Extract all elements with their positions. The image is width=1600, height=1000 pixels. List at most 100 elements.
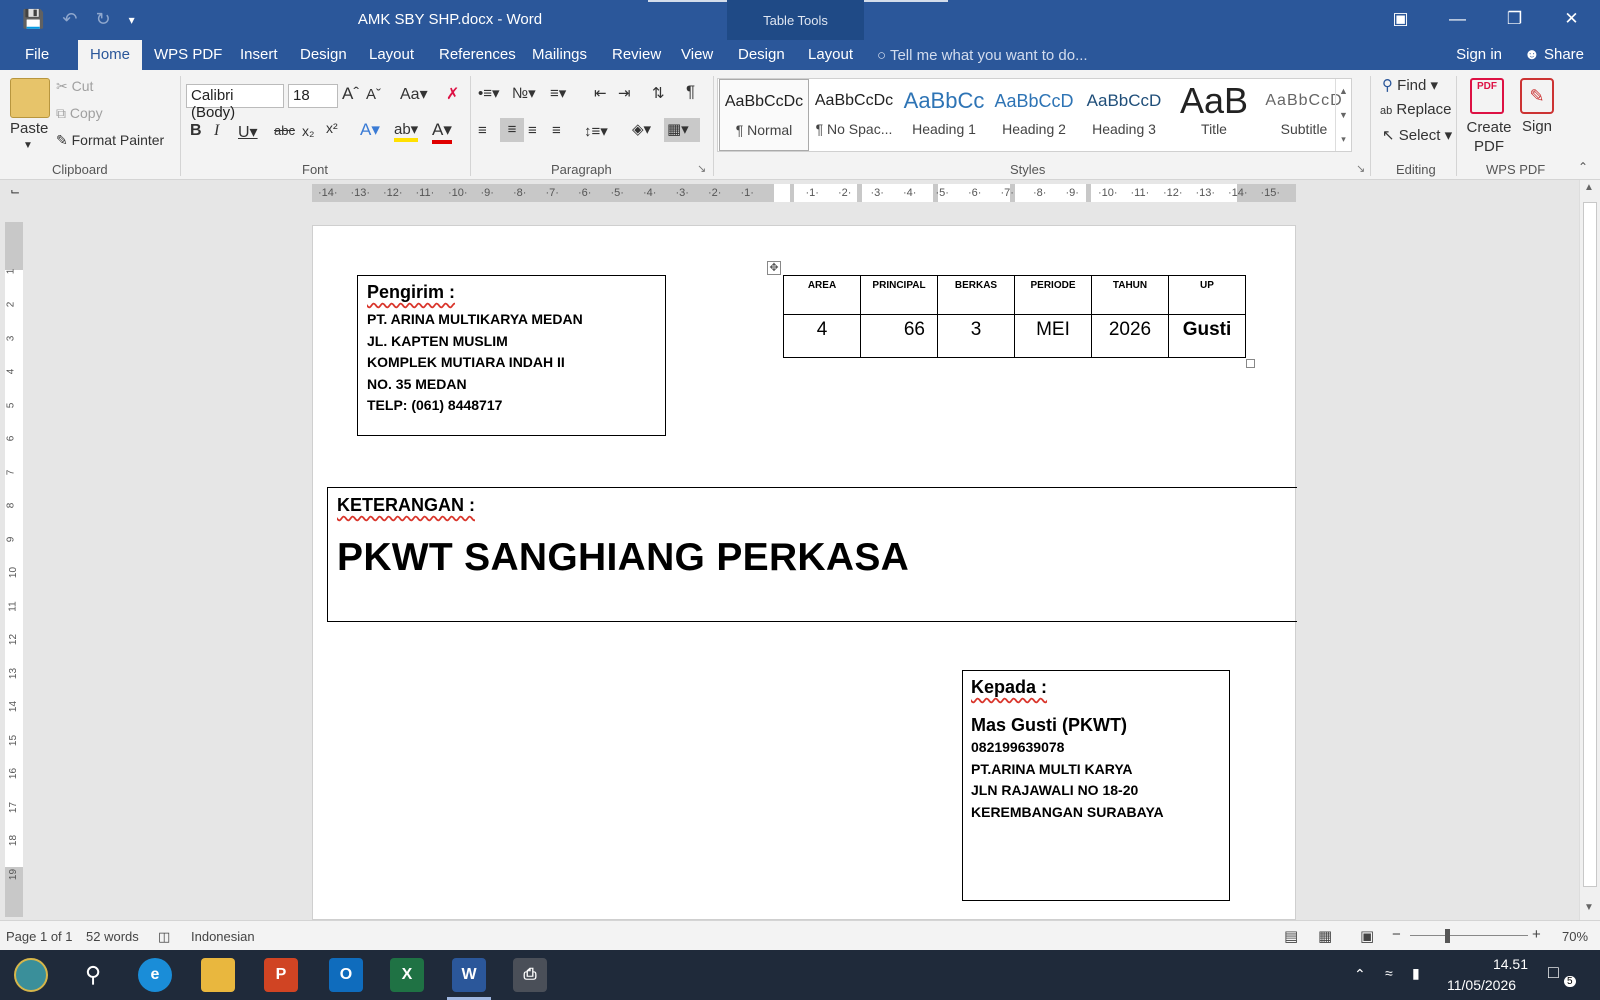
note-box[interactable]: KETERANGAN : PKWT SANGHIANG PERKASA	[327, 487, 1297, 622]
proofing-icon[interactable]: ◫	[158, 929, 170, 945]
cut-button[interactable]: ✂ Cut	[56, 78, 93, 95]
sign-button[interactable]: Sign	[1522, 118, 1552, 135]
minimize-button[interactable]: —	[1429, 0, 1486, 40]
read-mode-icon[interactable]: ▤	[1284, 927, 1298, 945]
restore-button[interactable]: ❐	[1486, 0, 1543, 40]
select-button[interactable]: ↖ Select ▾	[1382, 126, 1452, 144]
strikethrough-icon[interactable]: abc	[274, 123, 295, 138]
show-formatting-icon[interactable]: ¶	[686, 82, 695, 102]
web-layout-icon[interactable]: ▣	[1360, 927, 1374, 945]
table-header-cell[interactable]: AREA	[783, 275, 861, 315]
file-explorer-icon[interactable]	[201, 958, 235, 992]
scroll-up-icon[interactable]: ▲	[1584, 182, 1594, 193]
numbering-icon[interactable]: №▾	[512, 84, 536, 102]
italic-icon[interactable]: I	[214, 122, 219, 140]
tab-layout[interactable]: Layout	[369, 40, 414, 70]
search-icon[interactable]: ⚲	[76, 958, 110, 992]
styles-scroll[interactable]: ▲ ▼ ▾	[1335, 79, 1351, 151]
collapse-ribbon-icon[interactable]: ⌃	[1578, 160, 1588, 174]
word-count[interactable]: 52 words	[86, 929, 139, 944]
tab-table-design[interactable]: Design	[738, 40, 785, 70]
tab-home[interactable]: Home	[78, 40, 143, 70]
grow-font-icon[interactable]: Aˆ	[342, 84, 359, 104]
table-cell[interactable]: Gusti	[1168, 314, 1246, 358]
clock-time[interactable]: 14.51	[1468, 956, 1528, 972]
borders-icon[interactable]: ▦▾	[664, 118, 700, 142]
align-right-icon[interactable]: ≡	[528, 122, 537, 139]
table-header-cell[interactable]: PRINCIPAL	[860, 275, 938, 315]
font-color-icon[interactable]: A▾	[432, 120, 452, 144]
change-case-icon[interactable]: Aa▾	[400, 84, 428, 104]
vertical-scrollbar[interactable]: ▲ ▼	[1579, 180, 1600, 920]
vertical-ruler[interactable]: 1 2 3 4 5 6 7 8 9 10 11 12 13 14 15 16 17 18 19	[5, 222, 23, 917]
justify-icon[interactable]: ≡	[552, 122, 561, 139]
text-effects-icon[interactable]: A▾	[360, 120, 380, 140]
style-heading-1[interactable]: AaBbCc Heading 1	[899, 79, 989, 151]
zoom-level[interactable]: 70%	[1562, 929, 1588, 944]
outlook-icon[interactable]: O	[329, 958, 363, 992]
tell-me-box[interactable]: ○ Tell me what you want to do...	[877, 47, 1088, 64]
superscript-icon[interactable]: x²	[326, 120, 338, 136]
page-count[interactable]: Page 1 of 1	[6, 929, 73, 944]
language[interactable]: Indonesian	[191, 929, 255, 944]
scroll-down-icon[interactable]: ▼	[1584, 902, 1594, 913]
excel-icon[interactable]: X	[390, 958, 424, 992]
clock-date[interactable]: 11/05/2026	[1447, 977, 1516, 993]
multilevel-list-icon[interactable]: ≡▾	[550, 84, 566, 102]
table-header-cell[interactable]: PERIODE	[1014, 275, 1092, 315]
start-button-icon[interactable]	[14, 958, 48, 992]
notifications-icon[interactable]: □	[1548, 962, 1559, 983]
battery-icon[interactable]: ▮	[1412, 965, 1420, 982]
powerpoint-icon[interactable]: P	[264, 958, 298, 992]
paste-dropdown-icon[interactable]: ▼	[23, 140, 33, 151]
find-button[interactable]: ⚲ Find ▾	[1382, 76, 1438, 94]
align-center-icon[interactable]: ≡	[500, 118, 524, 142]
close-button[interactable]: ✕	[1543, 0, 1600, 40]
tab-view[interactable]: View	[681, 40, 713, 70]
create-pdf-button[interactable]: Create PDF	[1466, 118, 1512, 156]
tab-insert[interactable]: Insert	[240, 40, 278, 70]
underline-icon[interactable]: U▾	[238, 122, 258, 142]
font-family-select[interactable]: Calibri (Body)	[186, 84, 284, 121]
replace-button[interactable]: ab Replace	[1380, 101, 1451, 118]
table-move-handle-icon[interactable]: ✥	[767, 261, 781, 275]
sign-in-link[interactable]: Sign in	[1456, 40, 1502, 70]
style-heading-3[interactable]: AaBbCcD Heading 3	[1079, 79, 1169, 151]
clear-format-icon[interactable]: ✗	[446, 84, 459, 104]
copy-button[interactable]: ⧉ Copy	[56, 105, 103, 122]
tab-references[interactable]: References	[439, 40, 516, 70]
table-cell[interactable]: 3	[937, 314, 1015, 358]
format-painter-button[interactable]: ✎ Format Painter	[56, 132, 164, 149]
share-button[interactable]: ☻ Share	[1524, 40, 1584, 70]
create-pdf-icon[interactable]: PDF	[1470, 78, 1504, 114]
table-header-cell[interactable]: TAHUN	[1091, 275, 1169, 315]
tab-mailings[interactable]: Mailings	[532, 40, 587, 70]
paste-button[interactable]: Paste	[10, 120, 48, 137]
style-no-spacing[interactable]: AaBbCcDc ¶ No Spac...	[809, 79, 899, 151]
word-icon[interactable]: W	[452, 958, 486, 992]
table-cell[interactable]: 4	[783, 314, 861, 358]
table-cell[interactable]: MEI	[1014, 314, 1092, 358]
zoom-slider-track[interactable]	[1410, 935, 1528, 936]
bullets-icon[interactable]: •≡▾	[478, 84, 500, 102]
align-left-icon[interactable]: ≡	[478, 122, 487, 139]
paste-icon[interactable]	[10, 78, 50, 118]
style-heading-2[interactable]: AaBbCcD Heading 2	[989, 79, 1079, 151]
style-title[interactable]: AaB Title	[1169, 79, 1259, 151]
table-header-cell[interactable]: BERKAS	[937, 275, 1015, 315]
table-header-cell[interactable]: UP	[1168, 275, 1246, 315]
highlight-icon[interactable]: ab▾	[394, 120, 419, 142]
increase-indent-icon[interactable]: ⇥	[618, 84, 631, 102]
horizontal-ruler[interactable]: ·14· ·13· ·12· ·11· ·10· ·9· ·8· ·7· ·6· ·5· ·4· ·3…	[312, 184, 1296, 202]
tab-wps-pdf[interactable]: WPS PDF	[154, 40, 222, 70]
style-normal[interactable]: AaBbCcDc ¶ Normal	[719, 79, 809, 151]
paragraph-launcher-icon[interactable]: ↘	[697, 162, 706, 175]
edge-icon[interactable]: e	[138, 958, 172, 992]
sort-icon[interactable]: ⇅	[652, 84, 665, 102]
styles-launcher-icon[interactable]: ↘	[1356, 162, 1365, 175]
info-table[interactable]: AREA PRINCIPAL BERKAS PERIODE TAHUN UP 4…	[783, 275, 1246, 358]
tab-review[interactable]: Review	[612, 40, 661, 70]
shrink-font-icon[interactable]: Aˇ	[366, 86, 381, 103]
sender-box[interactable]: Pengirim : PT. ARINA MULTIKARYA MEDAN JL…	[357, 275, 666, 436]
tab-table-layout[interactable]: Layout	[808, 40, 853, 70]
